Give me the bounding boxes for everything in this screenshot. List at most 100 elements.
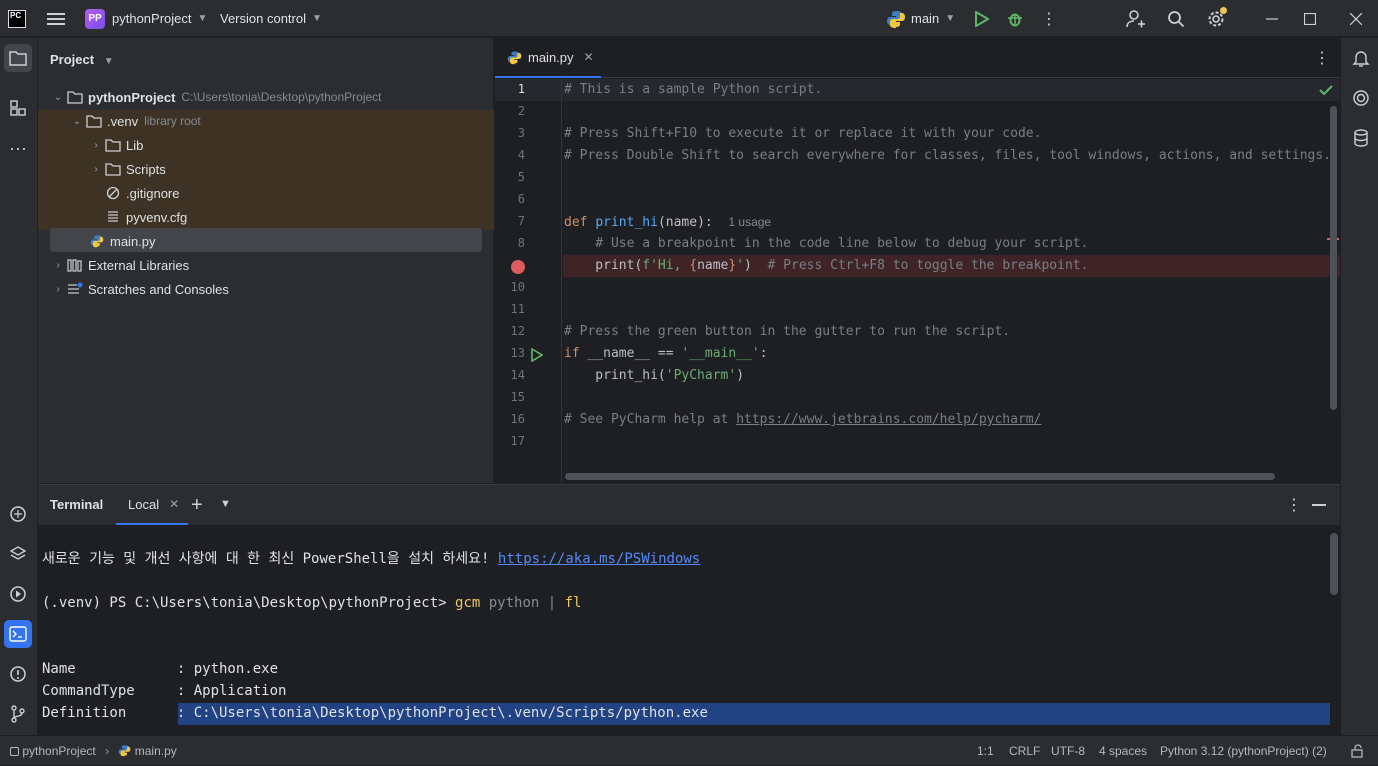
close-window-button[interactable] [1342, 0, 1370, 37]
terminal-title: Terminal [50, 497, 104, 512]
run-config-selector[interactable]: main ▼ [886, 0, 955, 37]
editor-vertical-scrollbar[interactable] [1330, 106, 1337, 410]
python-file-icon [507, 51, 522, 64]
tree-item-gitignore[interactable]: .gitignore [38, 181, 494, 205]
close-tab-icon[interactable]: ✕ [584, 50, 594, 64]
code-line-14: print_hi('PyCharm') [564, 368, 745, 383]
help-link[interactable]: https://www.jetbrains.com/help/pycharm/ [736, 412, 1041, 427]
tree-item-external-libraries[interactable]: › External Libraries [38, 253, 494, 277]
problems-icon [10, 666, 26, 682]
terminal-scrollbar[interactable] [1330, 533, 1338, 595]
code-with-me-button[interactable] [1122, 0, 1150, 37]
vcs-label: Version control [220, 11, 306, 26]
python-interpreter[interactable]: Python 3.12 (pythonProject) (2) [1160, 736, 1327, 766]
python-packages-button[interactable] [4, 500, 32, 528]
chevron-down-icon: ▼ [197, 13, 208, 24]
editor-more-icon[interactable]: ⋮ [1314, 48, 1330, 68]
chevron-down-icon: ▼ [312, 13, 322, 24]
search-everywhere-button[interactable] [1162, 0, 1190, 37]
layers-tool-button[interactable] [4, 540, 32, 568]
breadcrumb: pythonProject › main.py [10, 736, 177, 766]
gear-icon [1202, 5, 1230, 33]
tree-item-hint: library root [144, 114, 201, 128]
code-area[interactable]: # This is a sample Python script. # Pres… [563, 79, 1340, 483]
vcs-menu[interactable]: Version control ▼ [220, 0, 322, 37]
git-branch-icon [11, 705, 25, 723]
status-bar: pythonProject › main.py 1:1 CRLF UTF-8 4… [0, 735, 1378, 765]
line-number: 15 [510, 390, 525, 404]
project-panel-header[interactable]: Project ▼ [50, 52, 114, 67]
tree-item-label: Scratches and Consoles [88, 281, 229, 297]
terminal-tool-button[interactable] [4, 620, 32, 648]
chevron-right-icon: › [94, 139, 98, 151]
indent-setting[interactable]: 4 spaces [1099, 736, 1147, 766]
structure-tool-button[interactable] [4, 94, 32, 122]
notification-dot [1220, 6, 1227, 14]
usage-hint[interactable]: 1 usage [728, 215, 771, 229]
powershell-link[interactable]: https://aka.ms/PSWindows [498, 551, 700, 567]
tree-item-scratches[interactable]: › Scratches and Consoles [38, 277, 494, 301]
editor-area: main.py ✕ ⋮ 1 2 3 4 5 6 7 8 10 11 12 13 … [495, 38, 1340, 483]
caret-position[interactable]: 1:1 [977, 736, 994, 766]
settings-button[interactable] [1202, 0, 1230, 37]
editor-horizontal-scrollbar[interactable] [565, 473, 1275, 480]
debug-button[interactable] [1001, 0, 1029, 37]
maximize-button[interactable] [1296, 0, 1324, 37]
tree-item-lib[interactable]: › Lib [38, 133, 494, 157]
pycharm-logo-icon: PC [8, 9, 26, 28]
hamburger-menu-icon [42, 5, 70, 33]
file-encoding[interactable]: UTF-8 [1051, 736, 1085, 766]
no-problems-check-icon[interactable] [1319, 84, 1333, 99]
run-gutter-icon[interactable] [531, 347, 544, 365]
tree-item-pythonproject[interactable]: ⌄ pythonProject C:\Users\tonia\Desktop\p… [38, 85, 494, 109]
project-tool-button[interactable] [4, 44, 32, 72]
project-panel: Project ▼ ⌄ pythonProject C:\Users\tonia… [38, 38, 494, 483]
more-tools-button[interactable]: ··· [4, 134, 32, 162]
database-tool-button[interactable] [1347, 124, 1375, 152]
tree-item-pyvenv-cfg[interactable]: pyvenv.cfg [38, 205, 494, 229]
project-name: pythonProject [112, 11, 192, 26]
config-file-icon [104, 209, 122, 225]
line-number: 10 [510, 280, 525, 294]
tree-item-scripts[interactable]: › Scripts [38, 157, 494, 181]
terminal-tab-local[interactable]: Local ✕ [116, 485, 188, 525]
line-separator[interactable]: CRLF [1009, 736, 1040, 766]
hide-panel-button[interactable] [1312, 504, 1326, 506]
line-number: 13 [510, 346, 525, 360]
close-tab-icon[interactable]: ✕ [169, 497, 179, 511]
chevron-down-icon: ⌄ [53, 91, 63, 103]
breakpoint-icon[interactable] [511, 260, 525, 274]
breadcrumb-file[interactable]: main.py [135, 744, 177, 758]
lock-icon[interactable] [1350, 736, 1364, 766]
ai-assistant-button[interactable] [1347, 84, 1375, 112]
terminal-more-button[interactable]: ⋮ [1286, 495, 1302, 515]
project-switcher[interactable]: PP pythonProject ▼ [85, 0, 207, 37]
tree-item-main-py[interactable]: main.py [38, 229, 494, 253]
folder-icon [9, 51, 27, 66]
line-number: 11 [510, 302, 525, 316]
code-line-12: # Press the green button in the gutter t… [564, 324, 1011, 339]
tree-item-venv[interactable]: ⌄ .venv library root [38, 109, 494, 133]
left-tool-strip: ··· [0, 38, 38, 735]
services-tool-button[interactable] [4, 580, 32, 608]
problems-tool-button[interactable] [4, 660, 32, 688]
notifications-button[interactable] [1347, 44, 1375, 72]
main-menu-button[interactable] [42, 0, 70, 37]
chevron-down-icon: ⌄ [72, 115, 82, 127]
terminal-line-update-notice: 새로운 기능 및 개선 사항에 대 한 최신 PowerShell을 설치 하세… [42, 551, 701, 567]
code-line-1: # This is a sample Python script. [564, 82, 823, 97]
more-horizontal-icon: ··· [9, 137, 27, 158]
more-actions-button[interactable]: ⋮ [1035, 0, 1063, 37]
plus-icon: + [191, 494, 203, 516]
tree-item-path: C:\Users\tonia\Desktop\pythonProject [181, 90, 382, 104]
new-terminal-tab-button[interactable]: + [191, 494, 203, 517]
editor-tab-main-py[interactable]: main.py ✕ [495, 38, 601, 78]
app-logo[interactable]: PC [8, 0, 26, 37]
terminal-options-dropdown[interactable]: ▼ [220, 498, 231, 510]
minimize-button[interactable] [1258, 0, 1286, 37]
selected-path[interactable]: C:\Users\tonia\Desktop\pythonProject\.ve… [194, 705, 708, 721]
breadcrumb-project[interactable]: pythonProject [22, 744, 95, 758]
git-tool-button[interactable] [4, 700, 32, 728]
minimize-icon [1258, 5, 1286, 33]
run-button[interactable] [968, 0, 996, 37]
